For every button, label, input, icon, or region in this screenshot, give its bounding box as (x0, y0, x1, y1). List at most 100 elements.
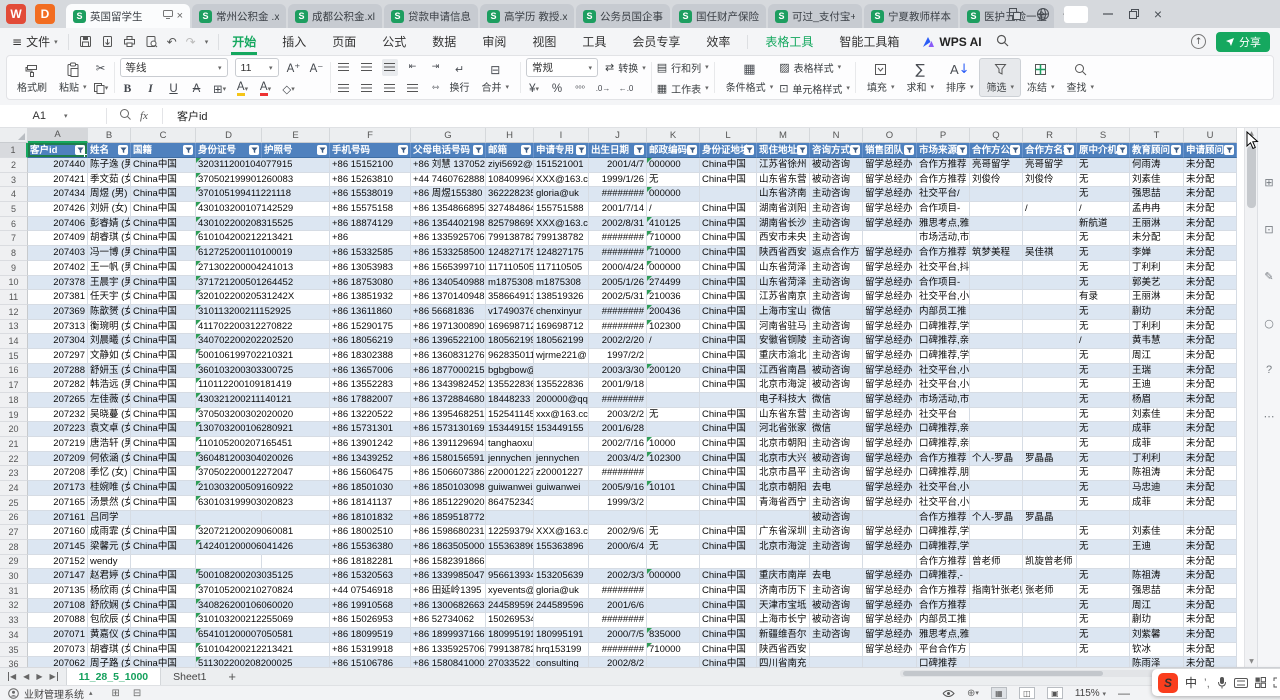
cell-O10[interactable]: 留学总经办 (863, 276, 917, 291)
cell-K21[interactable]: 10000 (647, 437, 700, 452)
align-right-icon[interactable] (382, 80, 398, 97)
cell-M24[interactable]: 北京市朝阳 (757, 481, 810, 496)
cell-J36[interactable]: 2002/8/2 (589, 657, 647, 667)
cell-K18[interactable] (647, 393, 700, 408)
cell-G2[interactable]: +86 刘慧 137052 (411, 158, 486, 173)
cell-H2[interactable]: ziyi5692@q (486, 158, 534, 173)
cell-F19[interactable]: +86 13220522 (330, 408, 411, 423)
cell-F32[interactable]: +86 19910568 (330, 599, 411, 614)
tab-home[interactable]: 开始 (219, 28, 269, 55)
cell-I14[interactable]: 180562199 (534, 334, 589, 349)
cell-P18[interactable]: 市场活动,市 (917, 393, 970, 408)
cell-H34[interactable]: 180995191 (486, 628, 534, 643)
align-left-icon[interactable] (336, 80, 352, 97)
view-normal-button[interactable]: ▦ (991, 687, 1007, 699)
cell-S6[interactable]: 新航道 (1077, 217, 1130, 232)
cell-T25[interactable]: 成菲 (1130, 496, 1184, 511)
cell-F14[interactable]: +86 18056219 (330, 334, 411, 349)
cell-F16[interactable]: +86 13657006 (330, 364, 411, 379)
wps-ai-button[interactable]: WPS AI (912, 35, 991, 49)
cell-A32[interactable]: 207108 (28, 599, 88, 614)
cell-L31[interactable]: China中国 (700, 584, 757, 599)
status-grid-icon[interactable]: ⊞ (112, 688, 120, 699)
tab-member[interactable]: 会员专享 (619, 28, 693, 55)
cell-H17[interactable]: 135522836 (486, 378, 534, 393)
cell-N13[interactable]: 主动咨询 (810, 320, 863, 335)
cell-N14[interactable]: 主动咨询 (810, 334, 863, 349)
cell-O33[interactable]: 留学总经办 (863, 613, 917, 628)
decrease-decimal-icon[interactable]: ←.0 (618, 80, 634, 97)
cell-C17[interactable]: China中国 (131, 378, 196, 393)
cell-B25[interactable]: 汤景然 (女 (88, 496, 131, 511)
cell-D22[interactable]: 360481200304020026 (196, 452, 262, 467)
cell-B19[interactable]: 吴晓蔓 (女 (88, 408, 131, 423)
cell-Q11[interactable] (970, 290, 1023, 305)
cell-H6[interactable]: 825798695 (486, 217, 534, 232)
filter-dropdown-icon[interactable] (850, 145, 860, 155)
cell-R23[interactable] (1023, 466, 1077, 481)
row-number-29[interactable]: 29 (0, 555, 28, 570)
cell-K28[interactable]: 无 (647, 540, 700, 555)
cell-P27[interactable]: 口碑推荐,学 (917, 525, 970, 540)
cell-B16[interactable]: 舒妍玉 (女 (88, 364, 131, 379)
cell-S11[interactable]: 有录 (1077, 290, 1130, 305)
sort-button[interactable]: A↓ 排序▾ (940, 58, 980, 97)
row-number-4[interactable]: 4 (0, 187, 28, 202)
cell-Q5[interactable] (970, 202, 1023, 217)
cell-C13[interactable]: China中国 (131, 320, 196, 335)
share-button[interactable]: 分享 (1216, 32, 1270, 52)
cell-F21[interactable]: +86 13901242 (330, 437, 411, 452)
cell-C18[interactable]: China中国 (131, 393, 196, 408)
strikethrough-icon[interactable]: A (189, 80, 205, 97)
cell-J19[interactable]: 2003/2/2 (589, 408, 647, 423)
cell-G7[interactable]: +86 1335925706 (411, 231, 486, 246)
cell-P24[interactable]: 社交平台,小 (917, 481, 970, 496)
column-header-F[interactable]: F (330, 128, 411, 143)
cell-B34[interactable]: 黄嘉仪 (女 (88, 628, 131, 643)
cell-C35[interactable]: China中国 (131, 643, 196, 658)
cell-D4[interactable]: 370105199411221118 (196, 187, 262, 202)
vertical-scroll-thumb[interactable] (1247, 146, 1256, 208)
cell-L5[interactable]: China中国 (700, 202, 757, 217)
cell-R15[interactable] (1023, 349, 1077, 364)
cell-K22[interactable]: 102300 (647, 452, 700, 467)
cell-S13[interactable]: 无 (1077, 320, 1130, 335)
cell-R12[interactable] (1023, 305, 1077, 320)
cell-J25[interactable]: 1999/3/2 (589, 496, 647, 511)
cell-T22[interactable]: 丁利利 (1130, 452, 1184, 467)
cell-U24[interactable]: 未分配 (1184, 481, 1237, 496)
cell-P33[interactable]: 内部员工推 (917, 613, 970, 628)
cell-L30[interactable]: China中国 (700, 569, 757, 584)
cell-R22[interactable]: 罗晶晶 (1023, 452, 1077, 467)
cell-U31[interactable]: 未分配 (1184, 584, 1237, 599)
cell-F11[interactable]: +86 13851932 (330, 290, 411, 305)
cell-B26[interactable]: 吕同学 (88, 511, 131, 526)
cell-K32[interactable] (647, 599, 700, 614)
cell-M30[interactable]: 重庆市南岸 (757, 569, 810, 584)
cell-M12[interactable]: 上海市宝山 (757, 305, 810, 320)
cell-N21[interactable]: 主动咨询 (810, 437, 863, 452)
name-box[interactable]: A1▾ (0, 110, 100, 122)
cell-G3[interactable]: +44 7460762888 (411, 173, 486, 188)
cell-L18[interactable] (700, 393, 757, 408)
cell-A8[interactable]: 207403 (28, 246, 88, 261)
worksheet-button[interactable]: ▦工作表▾ (657, 79, 709, 97)
cell-H23[interactable]: z20001227 (486, 466, 534, 481)
header-cell-C[interactable]: 国籍 (131, 143, 196, 158)
cell-L10[interactable]: China中国 (700, 276, 757, 291)
column-header-B[interactable]: B (88, 128, 131, 143)
header-cell-H[interactable]: 邮箱 (486, 143, 534, 158)
cell-D21[interactable]: 110105200207165451 (196, 437, 262, 452)
cell-C3[interactable]: China中国 (131, 173, 196, 188)
cell-K6[interactable]: 410125 (647, 217, 700, 232)
cell-O17[interactable]: 留学总经办 (863, 378, 917, 393)
cell-M11[interactable]: 江苏省南京 (757, 290, 810, 305)
cell-N4[interactable]: 主动咨询 (810, 187, 863, 202)
font-name-select[interactable]: 等线▾ (120, 58, 228, 77)
cell-D16[interactable]: 360103200303300725 (196, 364, 262, 379)
doc-tab-8[interactable]: S宁夏教师样本.xlsx (864, 4, 958, 28)
cell-N26[interactable]: 被动咨询 (810, 511, 863, 526)
percent-icon[interactable]: % (549, 80, 565, 97)
cell-M16[interactable]: 江西省南昌 (757, 364, 810, 379)
align-top-icon[interactable] (336, 59, 352, 76)
